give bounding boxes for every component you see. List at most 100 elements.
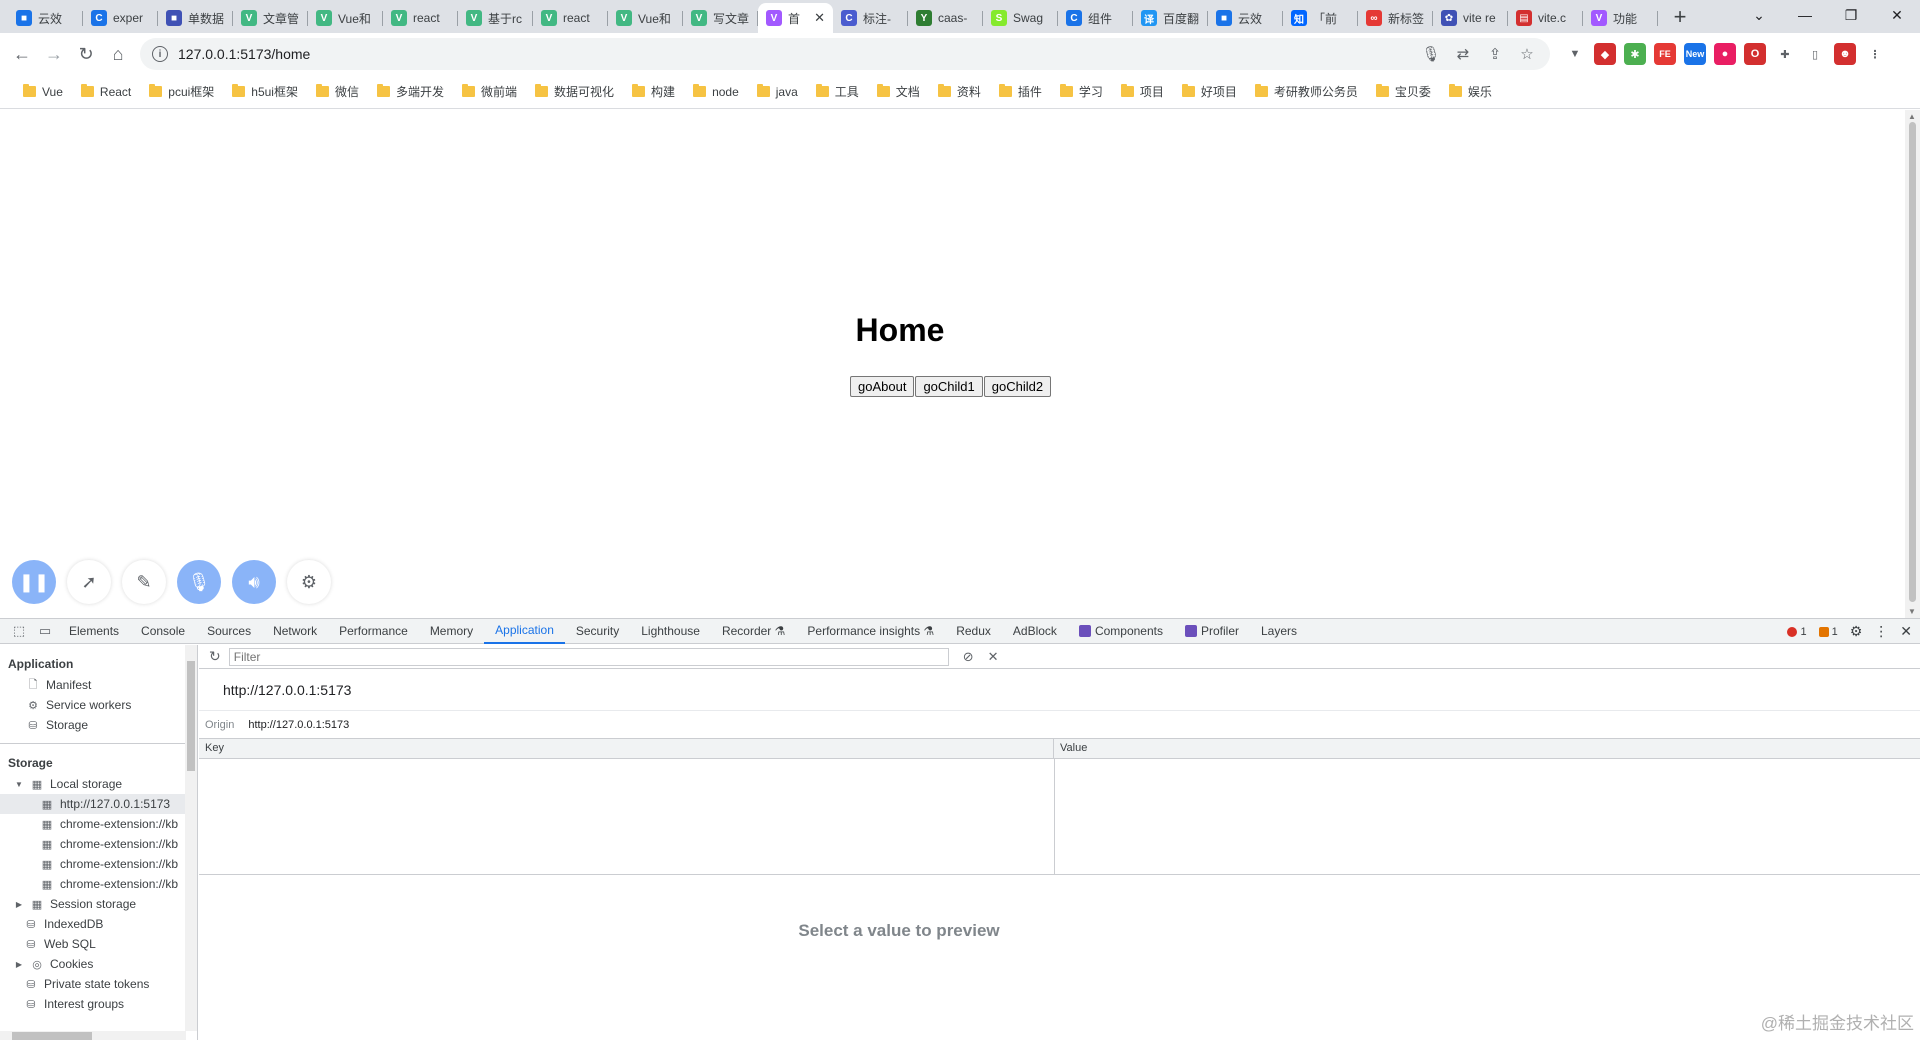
devtools-tab[interactable]: Sources bbox=[196, 619, 262, 644]
browser-tab[interactable]: V 写文章 bbox=[683, 3, 758, 33]
devtools-tab[interactable]: Layers bbox=[1250, 619, 1308, 644]
page-scrollbar[interactable]: ▲ ▼ bbox=[1905, 110, 1920, 618]
restore-button[interactable]: ❐ bbox=[1828, 0, 1874, 30]
browser-tab[interactable]: ■ 云效 bbox=[1208, 3, 1283, 33]
ext-green-icon[interactable]: ✱ bbox=[1624, 43, 1646, 65]
scroll-up-icon[interactable]: ▲ bbox=[1908, 112, 1916, 121]
browser-tab[interactable]: V 基于rc bbox=[458, 3, 533, 33]
browser-tab[interactable]: Ycaas- bbox=[908, 3, 983, 33]
devtools-tab[interactable]: Redux bbox=[945, 619, 1002, 644]
browser-tab[interactable]: ▤ vite.c bbox=[1508, 3, 1583, 33]
browser-tab[interactable]: V 功能 bbox=[1583, 3, 1658, 33]
browser-tab[interactable]: ∞ 新标签 bbox=[1358, 3, 1433, 33]
inspect-element-icon[interactable]: ⬚ bbox=[6, 623, 32, 639]
tab-search-icon[interactable]: ⌄ bbox=[1736, 0, 1782, 30]
bookmark-folder[interactable]: 项目 bbox=[1112, 83, 1173, 100]
key-column-header[interactable]: Key bbox=[199, 739, 1054, 758]
browser-tab[interactable]: ✿ vite re bbox=[1433, 3, 1508, 33]
filter-ext-icon[interactable]: ▼ bbox=[1564, 43, 1586, 65]
browser-tab[interactable]: V Vue和 bbox=[608, 3, 683, 33]
devtools-settings-icon[interactable]: ⚙ bbox=[1850, 623, 1863, 640]
back-icon[interactable]: ← bbox=[6, 38, 38, 70]
devtools-tab[interactable]: Performance insights ⚗ bbox=[796, 619, 945, 644]
refresh-icon[interactable]: ↻ bbox=[209, 648, 221, 665]
browser-tab[interactable]: S Swag bbox=[983, 3, 1058, 33]
menu-icon[interactable]: ⋮ bbox=[1864, 43, 1886, 65]
browser-tab[interactable]: Cexper bbox=[83, 3, 158, 33]
bookmark-folder[interactable]: 资料 bbox=[929, 83, 990, 100]
sidebar-item-web-sql[interactable]: ⛁ Web SQL bbox=[0, 934, 197, 954]
sidebar-item-cookies[interactable]: ▶ ◎ Cookies bbox=[0, 954, 197, 974]
browser-tab[interactable]: V Vue和 bbox=[308, 3, 383, 33]
mic-icon[interactable]: 🎙︎ bbox=[1420, 45, 1442, 63]
bookmark-folder[interactable]: 文档 bbox=[868, 83, 929, 100]
devtools-tab[interactable]: Console bbox=[130, 619, 196, 644]
bookmark-folder[interactable]: 好项目 bbox=[1173, 83, 1246, 100]
devtools-tab[interactable]: Elements bbox=[58, 619, 130, 644]
devtools-tab[interactable]: Application bbox=[484, 619, 565, 644]
bookmark-folder[interactable]: 娱乐 bbox=[1440, 83, 1501, 100]
ext-fe-icon[interactable]: FE bbox=[1654, 43, 1676, 65]
filter-input[interactable] bbox=[228, 647, 949, 666]
clear-all-icon[interactable]: ⊘ bbox=[963, 649, 974, 665]
puzzle-icon[interactable]: ✚ bbox=[1774, 43, 1796, 65]
speaker-icon[interactable]: 🔊︎ bbox=[232, 560, 276, 604]
bookmark-star-icon[interactable]: ☆ bbox=[1516, 45, 1538, 63]
close-window-button[interactable]: ✕ bbox=[1874, 0, 1920, 30]
tab-close-icon[interactable]: ✕ bbox=[814, 10, 825, 26]
sidebar-item-interest-groups[interactable]: ⛁ Interest groups bbox=[0, 994, 197, 1014]
bookmark-folder[interactable]: 插件 bbox=[990, 83, 1051, 100]
browser-tab[interactable]: 知「前 bbox=[1283, 3, 1358, 33]
sidebar-item-manifest[interactable]: 🗋 Manifest bbox=[0, 675, 197, 695]
devtools-tab[interactable]: Lighthouse bbox=[630, 619, 711, 644]
ext-new-icon[interactable]: New bbox=[1684, 43, 1706, 65]
cursor-icon[interactable]: ➚ bbox=[67, 560, 111, 604]
sidebar-horizontal-scrollbar[interactable] bbox=[0, 1031, 186, 1040]
site-info-icon[interactable]: i bbox=[152, 46, 168, 62]
reload-icon[interactable]: ↻ bbox=[70, 38, 102, 70]
device-toolbar-icon[interactable]: ▭ bbox=[32, 623, 58, 639]
go-child2-button[interactable]: goChild2 bbox=[983, 376, 1052, 397]
forward-icon[interactable]: → bbox=[38, 38, 70, 70]
bookmark-folder[interactable]: 微前端 bbox=[453, 83, 526, 100]
sidebar-item-indexeddb[interactable]: ⛁ IndexedDB bbox=[0, 914, 197, 934]
expanded-triangle-icon[interactable]: ▼ bbox=[14, 780, 24, 789]
ext-red-icon[interactable]: ◆ bbox=[1594, 43, 1616, 65]
address-url[interactable]: 127.0.0.1:5173/home bbox=[178, 46, 1410, 62]
pause-icon[interactable]: ❚❚ bbox=[12, 560, 56, 604]
new-tab-button[interactable]: + bbox=[1666, 3, 1694, 31]
error-count-badge[interactable]: 1 bbox=[1787, 626, 1807, 638]
collapsed-triangle-icon[interactable]: ▶ bbox=[14, 900, 24, 909]
share-icon[interactable]: ⇪ bbox=[1484, 45, 1506, 63]
sidebar-item-service-workers[interactable]: ⚙ Service workers bbox=[0, 695, 197, 715]
minimize-button[interactable]: — bbox=[1782, 0, 1828, 30]
sidebar-item-local-storage[interactable]: ▼ ▦ Local storage bbox=[0, 774, 197, 794]
sidebar-item-session-storage[interactable]: ▶ ▦ Session storage bbox=[0, 894, 197, 914]
translate-icon[interactable]: ⇄ bbox=[1452, 45, 1474, 63]
ext-opera-icon[interactable]: O bbox=[1744, 43, 1766, 65]
sidebar-item-private-state-tokens[interactable]: ⛁ Private state tokens bbox=[0, 974, 197, 994]
local-storage-extension-item[interactable]: ▦ chrome-extension://kb bbox=[0, 834, 197, 854]
bookmark-folder[interactable]: node bbox=[684, 84, 748, 99]
devtools-menu-icon[interactable]: ⋮ bbox=[1874, 623, 1888, 640]
pen-icon[interactable]: ✎ bbox=[122, 560, 166, 604]
value-column-header[interactable]: Value bbox=[1054, 739, 1093, 758]
bookmark-folder[interactable]: h5ui框架 bbox=[223, 83, 307, 100]
bookmark-folder[interactable]: React bbox=[72, 84, 140, 99]
browser-tab[interactable]: C 标注- bbox=[833, 3, 908, 33]
profile-icon[interactable]: ☻ bbox=[1834, 43, 1856, 65]
ext-pink-icon[interactable]: ● bbox=[1714, 43, 1736, 65]
browser-tab[interactable]: ■ 云效 bbox=[8, 3, 83, 33]
delete-selected-icon[interactable]: ✕ bbox=[988, 649, 999, 665]
bookmark-folder[interactable]: 微信 bbox=[307, 83, 368, 100]
bookmark-folder[interactable]: java bbox=[748, 84, 807, 99]
browser-tab[interactable]: 译百度翻 bbox=[1133, 3, 1208, 33]
browser-tab[interactable]: ■ 单数据 bbox=[158, 3, 233, 33]
local-storage-extension-item[interactable]: ▦ chrome-extension://kb bbox=[0, 874, 197, 894]
browser-tab[interactable]: Vreact bbox=[383, 3, 458, 33]
sidebar-item-storage[interactable]: ⛁ Storage bbox=[0, 715, 197, 735]
sidebar-scroll-thumb[interactable] bbox=[187, 661, 195, 771]
scroll-down-icon[interactable]: ▼ bbox=[1908, 607, 1916, 616]
sidebar-icon[interactable]: ▯ bbox=[1804, 43, 1826, 65]
browser-tab[interactable]: V 文章管 bbox=[233, 3, 308, 33]
